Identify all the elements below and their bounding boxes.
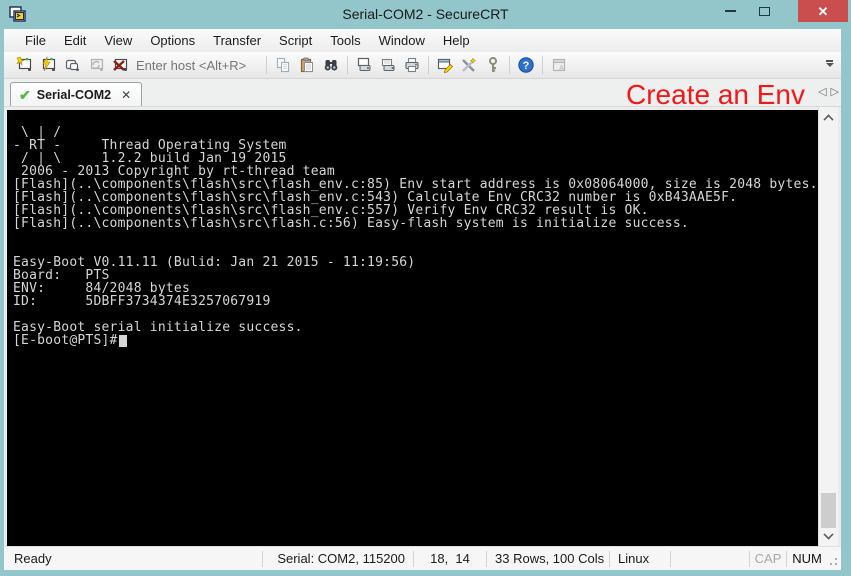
scroll-up-icon[interactable]: [824, 113, 832, 121]
security-key-button[interactable]: [481, 53, 505, 77]
status-ready: Ready: [4, 547, 262, 570]
statusbar: Ready Serial: COM2, 115200 18, 14 33 Row…: [4, 546, 841, 570]
scrollbar-thumb[interactable]: [821, 493, 836, 528]
maximize-icon: [759, 7, 770, 16]
minimize-icon: [725, 10, 736, 12]
menu-script[interactable]: Script: [270, 30, 321, 51]
tab-serial-com2[interactable]: ✔ Serial-COM2 ✕: [10, 82, 142, 106]
svg-text:A: A: [559, 65, 564, 72]
connected-check-icon: ✔: [19, 88, 31, 102]
menu-transfer[interactable]: Transfer: [204, 30, 270, 51]
terminal-output[interactable]: \ | /- RT - Thread Operating System / | …: [7, 110, 818, 546]
status-caps-lock: CAP: [750, 547, 786, 570]
status-spacer: [671, 547, 749, 570]
status-terminal-size: 33 Rows, 100 Cols: [487, 547, 609, 570]
script-indicator-button[interactable]: A: [547, 53, 571, 77]
tab-scroll-right-icon[interactable]: ▷: [831, 85, 839, 98]
svg-text:?: ?: [523, 60, 530, 72]
copy-button[interactable]: [271, 53, 295, 77]
connect-button[interactable]: [12, 53, 36, 77]
close-button[interactable]: ✕: [798, 0, 848, 22]
resize-grip[interactable]: [827, 547, 841, 570]
copy-icon: [274, 56, 292, 74]
print-setup-icon: [379, 56, 397, 74]
toolbar-separator: [266, 56, 267, 74]
print-screen-icon: [355, 56, 373, 74]
script-indicator-icon: A: [550, 56, 568, 74]
scroll-down-icon[interactable]: [824, 532, 832, 540]
terminal-cursor: [119, 335, 127, 347]
maximize-button[interactable]: [749, 0, 779, 22]
session-options-button[interactable]: [433, 53, 457, 77]
disconnect-button[interactable]: [108, 53, 132, 77]
print-setup-button[interactable]: [376, 53, 400, 77]
toolbar-separator: [509, 56, 510, 74]
menu-tools[interactable]: Tools: [321, 30, 369, 51]
terminal-line: [13, 113, 818, 126]
terminal-line: [13, 230, 818, 243]
tab-label: Serial-COM2: [37, 88, 111, 102]
session-options-icon: [436, 56, 454, 74]
find-icon: [322, 56, 340, 74]
disconnect-icon: [111, 56, 129, 74]
help-icon: ?: [517, 56, 535, 74]
terminal-line: Easy-Boot serial initialize success.: [13, 321, 818, 334]
titlebar[interactable]: Serial-COM2 - SecureCRT ✕: [0, 0, 851, 29]
terminal-area: \ | /- RT - Thread Operating System / | …: [4, 107, 841, 546]
terminal-scrollbar[interactable]: [818, 107, 838, 546]
terminal-line: ID: 5DBFF3734374E3257067919: [13, 295, 818, 308]
connect-icon: [15, 56, 33, 74]
menu-options[interactable]: Options: [141, 30, 204, 51]
status-cursor-position: 18, 14: [414, 547, 486, 570]
status-num-lock: NUM: [787, 547, 827, 570]
overflow-icon: [826, 60, 833, 62]
security-key-icon: [484, 56, 502, 74]
menu-file[interactable]: File: [16, 30, 55, 51]
status-emulation: Linux: [610, 547, 670, 570]
toolbar-separator: [428, 56, 429, 74]
securecrt-window: Serial-COM2 - SecureCRT ✕ File Edit View…: [0, 0, 851, 576]
status-connection: Serial: COM2, 115200: [263, 547, 413, 570]
connect-in-tab-button[interactable]: [60, 53, 84, 77]
reconnect-icon: [87, 56, 105, 74]
menu-help[interactable]: Help: [434, 30, 479, 51]
toolbar-overflow-button[interactable]: [824, 60, 835, 67]
terminal-line: [Flash](..\components\flash\src\flash.c:…: [13, 217, 818, 230]
menubar: File Edit View Options Transfer Script T…: [4, 29, 841, 52]
reconnect-button[interactable]: [84, 53, 108, 77]
paste-button[interactable]: [295, 53, 319, 77]
host-input[interactable]: [136, 56, 256, 75]
tab-close-icon[interactable]: ✕: [121, 89, 131, 101]
print-button[interactable]: [400, 53, 424, 77]
connect-in-tab-icon: [63, 56, 81, 74]
toolbar: ? A: [4, 52, 841, 79]
quick-connect-button[interactable]: [36, 53, 60, 77]
tabbar: ✔ Serial-COM2 ✕ Create an Env ◁ ▷: [4, 79, 841, 107]
paste-icon: [298, 56, 316, 74]
print-screen-button[interactable]: [352, 53, 376, 77]
terminal-line: [E-boot@PTS]#: [13, 334, 818, 347]
find-button[interactable]: [319, 53, 343, 77]
keymap-editor-icon: [460, 56, 478, 74]
toolbar-separator: [542, 56, 543, 74]
keymap-editor-button[interactable]: [457, 53, 481, 77]
quick-connect-icon: [39, 56, 57, 74]
menu-view[interactable]: View: [95, 30, 141, 51]
minimize-button[interactable]: [715, 0, 745, 22]
close-icon: ✕: [818, 5, 829, 18]
toolbar-separator: [347, 56, 348, 74]
menu-edit[interactable]: Edit: [55, 30, 95, 51]
help-button[interactable]: ?: [514, 53, 538, 77]
tab-scroll-left-icon[interactable]: ◁: [818, 85, 826, 98]
print-icon: [403, 56, 421, 74]
terminal-line: Easy-Boot V0.11.11 (Bulid: Jan 21 2015 -…: [13, 256, 818, 269]
menu-window[interactable]: Window: [370, 30, 434, 51]
